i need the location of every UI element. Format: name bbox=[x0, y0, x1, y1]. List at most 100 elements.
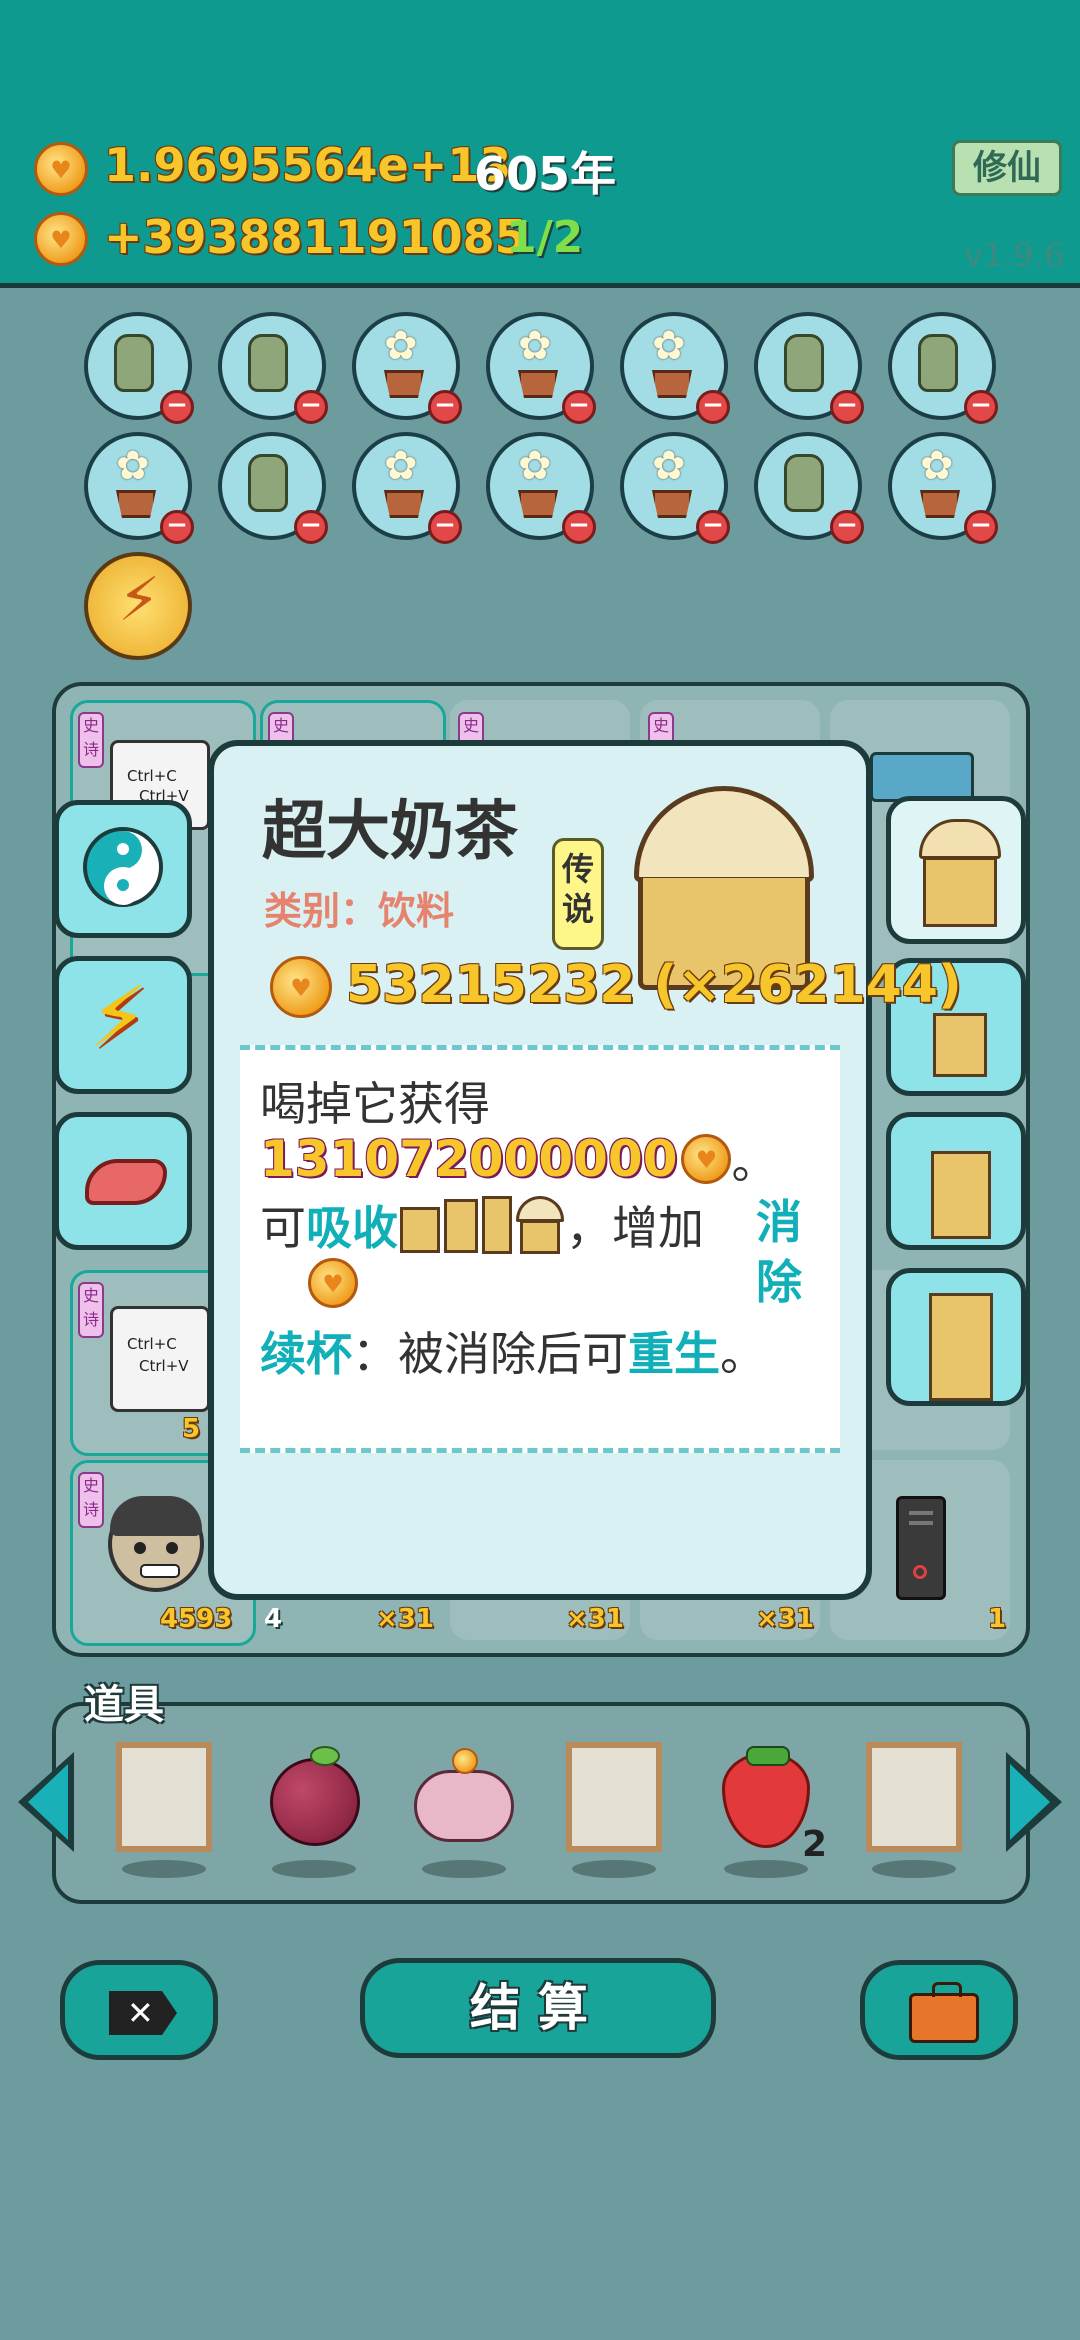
empty-item-slot[interactable] bbox=[866, 1742, 962, 1852]
remove-icon[interactable]: − bbox=[428, 510, 462, 544]
liver-button[interactable] bbox=[54, 1112, 192, 1250]
flower-icon: ✿ bbox=[518, 323, 552, 369]
ctrl-v-label: Ctrl+V bbox=[139, 1357, 189, 1375]
cup-option-medium[interactable] bbox=[886, 1112, 1026, 1250]
milk-tea-icon bbox=[923, 857, 997, 927]
money-bag-icon bbox=[114, 334, 154, 392]
absorb-keyword: 吸收 bbox=[306, 1201, 398, 1255]
period-text: 。 bbox=[731, 1135, 778, 1189]
money-bag-icon bbox=[784, 454, 824, 512]
remove-icon[interactable]: − bbox=[696, 510, 730, 544]
remove-icon[interactable]: − bbox=[160, 510, 194, 544]
money-bag-icon bbox=[248, 334, 288, 392]
card-count: ×31 bbox=[376, 1604, 434, 1634]
lightning-button[interactable]: ⚡ bbox=[54, 956, 192, 1094]
strawberry-count: 2 bbox=[802, 1824, 828, 1865]
flower-icon: ✿ bbox=[920, 443, 954, 489]
reward-coin-icon: ♥ bbox=[681, 1134, 732, 1184]
flower-icon: ✿ bbox=[518, 443, 552, 489]
piggy-coin-icon bbox=[452, 1748, 478, 1774]
symbol-slot-flower[interactable]: ✿ − bbox=[486, 432, 596, 544]
strawberry-leaf-icon bbox=[746, 1746, 790, 1766]
symbol-slot-bag[interactable]: − bbox=[888, 312, 998, 424]
refill-keyword: 续杯 bbox=[260, 1327, 352, 1381]
absorb-prefix: 可 bbox=[260, 1201, 306, 1255]
cup-xl-icon bbox=[514, 1196, 566, 1254]
card-count: 4 bbox=[264, 1604, 283, 1634]
pot-icon bbox=[384, 370, 424, 398]
income-coin-icon: ♥ bbox=[34, 212, 88, 266]
remove-icon[interactable]: − bbox=[830, 510, 864, 544]
settle-label: 结算 bbox=[470, 1979, 606, 2037]
income-per-turn: +393881191085 bbox=[104, 210, 527, 264]
cultivate-button[interactable]: 修仙 bbox=[952, 140, 1062, 196]
symbol-slot-bag[interactable]: − bbox=[218, 312, 328, 424]
pot-icon bbox=[116, 490, 156, 518]
yin-yang-button[interactable] bbox=[54, 800, 192, 938]
pot-icon bbox=[652, 490, 692, 518]
price-coin-icon: ♥ bbox=[270, 956, 332, 1018]
computer-tower-icon bbox=[896, 1496, 946, 1600]
cup-large-icon bbox=[480, 1196, 514, 1254]
period-text: 。 bbox=[720, 1327, 766, 1381]
remove-icon[interactable]: − bbox=[294, 390, 328, 424]
remove-icon[interactable]: − bbox=[964, 510, 998, 544]
liver-icon bbox=[85, 1159, 167, 1205]
symbol-slot-bag[interactable]: − bbox=[754, 432, 864, 544]
remove-icon[interactable]: − bbox=[428, 390, 462, 424]
money-bag-icon bbox=[918, 334, 958, 392]
coin-icon: ♥ bbox=[34, 142, 88, 196]
flower-icon: ✿ bbox=[116, 443, 150, 489]
reborn-keyword: 重生 bbox=[628, 1327, 720, 1381]
prev-arrow-inner bbox=[28, 1764, 68, 1840]
remove-icon[interactable]: − bbox=[562, 510, 596, 544]
progress-counter: 1/2 bbox=[506, 212, 584, 263]
delete-button[interactable]: ✕ bbox=[60, 1960, 218, 2060]
remove-icon[interactable]: − bbox=[562, 390, 596, 424]
version-label: v1.9.6 bbox=[964, 236, 1065, 274]
slot-shadow bbox=[572, 1860, 656, 1878]
cup-option-large[interactable] bbox=[886, 1268, 1026, 1406]
symbol-slot-bag[interactable]: − bbox=[754, 312, 864, 424]
remove-icon[interactable]: − bbox=[830, 390, 864, 424]
remove-icon[interactable]: − bbox=[696, 390, 730, 424]
empty-item-slot[interactable] bbox=[116, 1742, 212, 1852]
cup-small-icon bbox=[398, 1197, 442, 1253]
absorb-line: 可 吸收 ，增加 bbox=[260, 1192, 750, 1258]
briefcase-button[interactable] bbox=[860, 1960, 1018, 2060]
symbol-slot-bag[interactable]: − bbox=[84, 312, 194, 424]
card-count: 1 bbox=[988, 1604, 1007, 1634]
rarity-badge: 传说 bbox=[552, 838, 604, 950]
refill-text: ：被消除后可 bbox=[352, 1327, 628, 1381]
reward-line: 131072000000 ♥ 。 bbox=[260, 1126, 777, 1192]
bayberry-icon[interactable] bbox=[270, 1758, 360, 1846]
flower-icon: ✿ bbox=[652, 443, 686, 489]
remove-icon[interactable]: − bbox=[964, 390, 998, 424]
symbol-slot-flower[interactable]: ✿ − bbox=[620, 312, 730, 424]
symbol-slot-bag[interactable]: − bbox=[218, 432, 328, 544]
symbol-slot-flower[interactable]: ✿ − bbox=[352, 312, 462, 424]
next-arrow-inner bbox=[1010, 1764, 1050, 1840]
remove-icon[interactable]: − bbox=[294, 510, 328, 544]
reward-amount: 131072000000 bbox=[260, 1130, 678, 1188]
item-category: 类别：饮料 bbox=[264, 889, 455, 933]
remove-icon[interactable]: − bbox=[160, 390, 194, 424]
slot-shadow bbox=[872, 1860, 956, 1878]
lightning-symbol[interactable]: ⚡ bbox=[84, 552, 192, 660]
pot-icon bbox=[920, 490, 960, 518]
copy-paste-card: Ctrl+C Ctrl+V bbox=[110, 1306, 210, 1412]
symbol-slot-flower[interactable]: ✿ − bbox=[486, 312, 596, 424]
symbol-slot-flower[interactable]: ✿ − bbox=[352, 432, 462, 544]
pot-icon bbox=[518, 370, 558, 398]
ctrl-c-label: Ctrl+C bbox=[127, 1335, 177, 1353]
symbol-slot-flower[interactable]: ✿ − bbox=[888, 432, 998, 544]
cup-option-xl[interactable] bbox=[886, 796, 1026, 944]
refill-line: 续杯 ：被消除后可 重生 。 bbox=[260, 1318, 766, 1384]
symbol-slot-flower[interactable]: ✿ − bbox=[620, 432, 730, 544]
piggy-bank-icon[interactable] bbox=[414, 1770, 514, 1842]
symbol-slot-flower[interactable]: ✿ − bbox=[84, 432, 194, 544]
leaf-icon bbox=[310, 1746, 340, 1766]
card-count: ×31 bbox=[756, 1604, 814, 1634]
settle-button[interactable]: 结算 bbox=[360, 1958, 716, 2058]
empty-item-slot[interactable] bbox=[566, 1742, 662, 1852]
